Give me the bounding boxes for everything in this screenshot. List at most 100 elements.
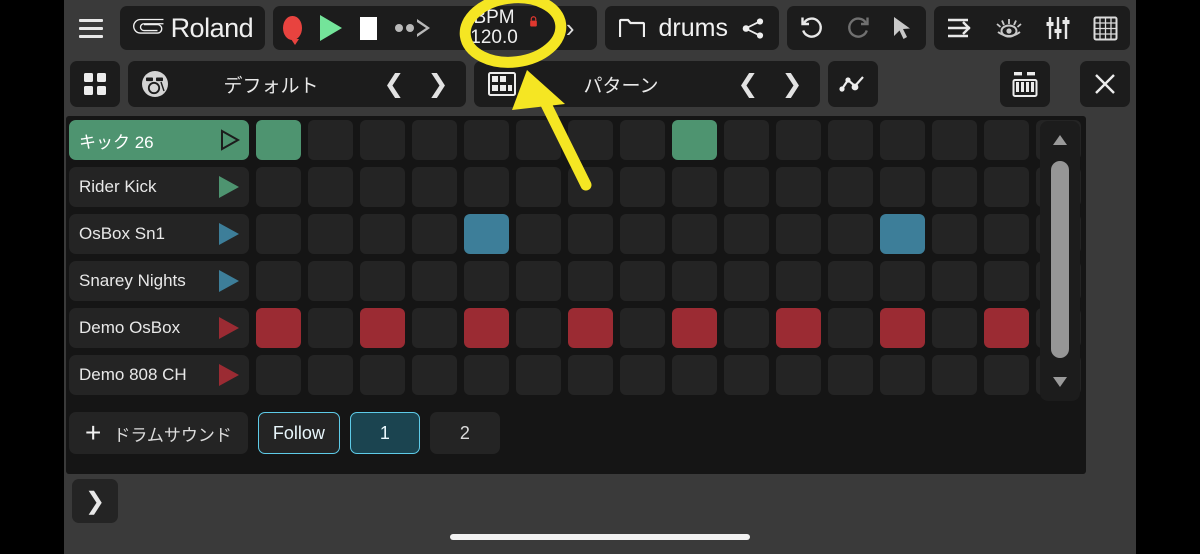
scrollbar-thumb[interactable] xyxy=(1051,161,1069,358)
step-cell[interactable] xyxy=(308,261,353,301)
step-cell[interactable] xyxy=(776,214,821,254)
step-cell[interactable] xyxy=(256,355,301,395)
step-cell[interactable] xyxy=(620,120,665,160)
step-cell[interactable] xyxy=(360,167,405,207)
step-cell[interactable] xyxy=(724,120,769,160)
expand-panel-button[interactable]: ❯ xyxy=(72,479,118,523)
step-cell[interactable] xyxy=(984,261,1029,301)
step-cell[interactable] xyxy=(516,120,561,160)
pattern-prev-button[interactable]: ❮ xyxy=(726,69,770,99)
step-cell[interactable] xyxy=(672,308,717,348)
step-cell[interactable] xyxy=(880,120,925,160)
track-preview-play-icon[interactable] xyxy=(219,364,239,386)
step-cell[interactable] xyxy=(880,355,925,395)
step-cell[interactable] xyxy=(932,308,977,348)
kit-selector[interactable]: デフォルト ❮ ❯ xyxy=(128,61,466,107)
track-label[interactable]: Demo 808 CH xyxy=(69,355,249,395)
step-cell[interactable] xyxy=(880,308,925,348)
play-icon[interactable] xyxy=(319,15,342,41)
track-label[interactable]: Rider Kick xyxy=(69,167,249,207)
step-cell[interactable] xyxy=(672,261,717,301)
step-cell[interactable] xyxy=(360,261,405,301)
step-cell[interactable] xyxy=(568,120,613,160)
step-cell[interactable] xyxy=(932,167,977,207)
step-cell[interactable] xyxy=(360,355,405,395)
follow-toggle[interactable]: Follow xyxy=(257,412,340,454)
step-cell[interactable] xyxy=(308,167,353,207)
step-cell[interactable] xyxy=(984,214,1029,254)
close-button[interactable] xyxy=(1080,61,1130,107)
file-name[interactable]: drums xyxy=(659,14,728,43)
mixer-faders-icon[interactable] xyxy=(1045,15,1071,41)
step-cell[interactable] xyxy=(256,120,301,160)
step-cell[interactable] xyxy=(724,167,769,207)
pattern-selector[interactable]: パターン ❮ ❯ xyxy=(474,61,820,107)
menu-button[interactable] xyxy=(70,6,112,50)
track-preview-play-icon[interactable] xyxy=(219,223,239,245)
step-cell[interactable] xyxy=(412,167,457,207)
keyboard-button[interactable] xyxy=(1000,61,1050,107)
step-cell[interactable] xyxy=(308,214,353,254)
step-cell[interactable] xyxy=(360,308,405,348)
stop-icon[interactable] xyxy=(359,16,378,40)
step-cell[interactable] xyxy=(568,167,613,207)
step-cell[interactable] xyxy=(984,308,1029,348)
add-drum-sound-button[interactable]: + ドラムサウンド xyxy=(69,412,248,454)
step-cell[interactable] xyxy=(828,355,873,395)
step-cell[interactable] xyxy=(932,120,977,160)
step-cell[interactable] xyxy=(620,167,665,207)
bpm-field[interactable]: BPM 120.0 xyxy=(448,8,537,48)
track-preview-play-icon[interactable] xyxy=(219,129,241,151)
track-label[interactable]: キック 26 xyxy=(69,120,249,160)
undo-icon[interactable] xyxy=(799,15,825,41)
step-cell[interactable] xyxy=(880,261,925,301)
bpm-expand-button[interactable]: › xyxy=(554,13,587,44)
step-cell[interactable] xyxy=(464,355,509,395)
kit-next-button[interactable]: ❯ xyxy=(416,69,460,99)
step-cell[interactable] xyxy=(880,214,925,254)
step-cell[interactable] xyxy=(620,355,665,395)
step-cell[interactable] xyxy=(256,261,301,301)
step-cell[interactable] xyxy=(568,261,613,301)
step-cell[interactable] xyxy=(568,355,613,395)
step-cell[interactable] xyxy=(360,214,405,254)
step-cell[interactable] xyxy=(724,308,769,348)
track-preview-play-icon[interactable] xyxy=(219,270,239,292)
triangle-up-icon[interactable] xyxy=(1053,135,1067,145)
step-cell[interactable] xyxy=(672,167,717,207)
step-cell[interactable] xyxy=(620,214,665,254)
step-cell[interactable] xyxy=(464,120,509,160)
step-cell[interactable] xyxy=(932,214,977,254)
step-cell[interactable] xyxy=(464,261,509,301)
step-cell[interactable] xyxy=(568,308,613,348)
align-right-arrow-icon[interactable] xyxy=(946,16,973,40)
step-cell[interactable] xyxy=(724,355,769,395)
step-cell[interactable] xyxy=(932,261,977,301)
step-cell[interactable] xyxy=(776,167,821,207)
step-cell[interactable] xyxy=(724,261,769,301)
eye-icon[interactable] xyxy=(995,16,1023,40)
vertical-scrollbar[interactable] xyxy=(1040,121,1080,401)
step-cell[interactable] xyxy=(568,214,613,254)
step-cell[interactable] xyxy=(464,167,509,207)
step-cell[interactable] xyxy=(776,261,821,301)
step-cell[interactable] xyxy=(308,120,353,160)
share-icon[interactable] xyxy=(742,17,765,40)
step-cell[interactable] xyxy=(672,355,717,395)
track-label[interactable]: Snarey Nights xyxy=(69,261,249,301)
track-preview-play-icon[interactable] xyxy=(219,317,239,339)
step-cell[interactable] xyxy=(776,355,821,395)
pattern-next-button[interactable]: ❯ xyxy=(770,69,814,99)
pointer-arrow-icon[interactable] xyxy=(891,16,914,41)
step-cell[interactable] xyxy=(516,167,561,207)
record-icon[interactable] xyxy=(283,16,302,45)
redo-icon[interactable] xyxy=(845,15,871,41)
step-cell[interactable] xyxy=(828,308,873,348)
step-cell[interactable] xyxy=(412,308,457,348)
step-cell[interactable] xyxy=(308,308,353,348)
step-cell[interactable] xyxy=(620,308,665,348)
step-cell[interactable] xyxy=(412,120,457,160)
automation-button[interactable] xyxy=(828,61,878,107)
folder-icon[interactable] xyxy=(618,18,645,39)
step-cell[interactable] xyxy=(516,355,561,395)
